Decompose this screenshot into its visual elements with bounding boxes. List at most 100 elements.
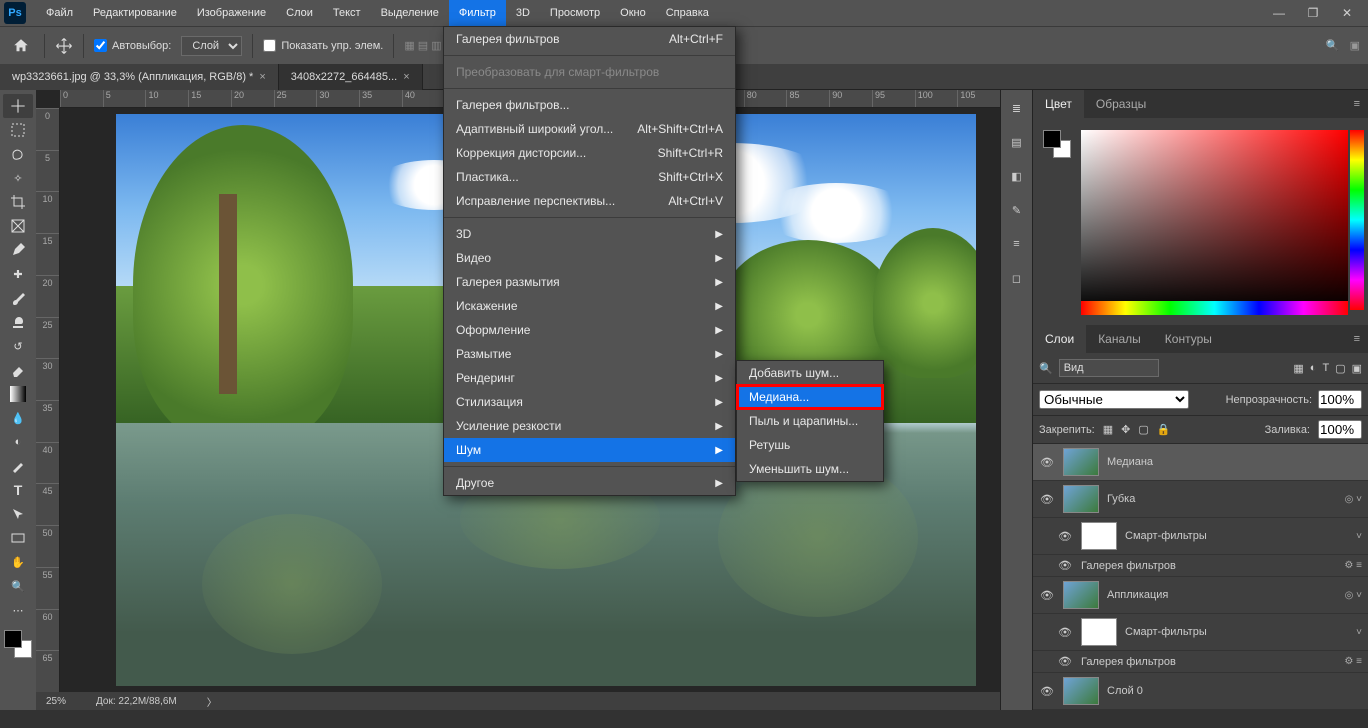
gradient-tool[interactable] xyxy=(3,382,33,406)
opacity-input[interactable] xyxy=(1318,390,1362,409)
filter-type-icon[interactable]: T xyxy=(1322,362,1329,374)
blur-tool[interactable]: 💧 xyxy=(3,406,33,430)
tab-paths[interactable]: Контуры xyxy=(1153,325,1224,353)
filter-pixel-icon[interactable]: ▦ xyxy=(1293,362,1303,375)
submenu-item[interactable]: Пыль и царапины... xyxy=(737,409,883,433)
menu-item-Шум[interactable]: Шум▶ xyxy=(444,438,735,462)
menu-item[interactable]: Адаптивный широкий угол...Alt+Shift+Ctrl… xyxy=(444,117,735,141)
show-controls-checkbox[interactable]: Показать упр. элем. xyxy=(263,39,383,52)
layer-name[interactable]: Смарт-фильтры xyxy=(1125,530,1348,542)
panel-menu-icon[interactable]: ≡ xyxy=(1346,98,1368,110)
layer-row[interactable]: 👁Медиана xyxy=(1033,444,1368,481)
menu-item-3D[interactable]: 3D▶ xyxy=(444,222,735,246)
menu-выделение[interactable]: Выделение xyxy=(371,0,449,26)
color-swatches[interactable] xyxy=(4,630,32,658)
layer-name[interactable]: Слой 0 xyxy=(1107,685,1362,697)
layer-row[interactable]: 👁 Галерея фильтров ⚙ ≡ xyxy=(1033,651,1368,673)
menu-изображение[interactable]: Изображение xyxy=(187,0,276,26)
layer-kind-filter[interactable] xyxy=(1059,359,1159,377)
visibility-icon[interactable]: 👁 xyxy=(1057,530,1073,543)
hue-slider[interactable] xyxy=(1350,130,1364,310)
menu-item-Галерея размытия[interactable]: Галерея размытия▶ xyxy=(444,270,735,294)
search-icon[interactable]: 🔍 xyxy=(1326,39,1340,52)
history-brush-tool[interactable]: ↺ xyxy=(3,334,33,358)
layer-thumbnail[interactable] xyxy=(1081,618,1117,646)
layer-name[interactable]: Смарт-фильтры xyxy=(1125,626,1348,638)
type-tool[interactable]: T xyxy=(3,478,33,502)
visibility-icon[interactable]: 👁 xyxy=(1039,493,1055,506)
submenu-item[interactable]: Ретушь xyxy=(737,433,883,457)
menu-окно[interactable]: Окно xyxy=(610,0,656,26)
lock-all-icon[interactable]: 🔒 xyxy=(1157,423,1171,436)
hand-tool[interactable]: ✋ xyxy=(3,550,33,574)
document-tab[interactable]: 3408x2272_664485...× xyxy=(279,64,423,90)
lock-pixels-icon[interactable]: ▦ xyxy=(1103,423,1113,436)
menu-item-Рендеринг[interactable]: Рендеринг▶ xyxy=(444,366,735,390)
autoselect-checkbox[interactable]: Автовыбор: xyxy=(94,39,171,52)
close-icon[interactable]: ✕ xyxy=(1330,0,1364,26)
layer-thumbnail[interactable] xyxy=(1063,448,1099,476)
color-foreground-background[interactable] xyxy=(1043,130,1071,158)
path-selection-tool[interactable] xyxy=(3,502,33,526)
layer-name[interactable]: Аппликация xyxy=(1107,589,1337,601)
paragraph-icon[interactable]: ≡ xyxy=(1007,234,1027,254)
layer-thumbnail[interactable] xyxy=(1063,485,1099,513)
filter-adjust-icon[interactable]: ◐ xyxy=(1310,362,1317,374)
brushes-icon[interactable]: ✎ xyxy=(1007,200,1027,220)
visibility-icon[interactable]: 👁 xyxy=(1039,685,1055,698)
visibility-icon[interactable]: 👁 xyxy=(1057,655,1073,668)
blend-mode-select[interactable]: Обычные xyxy=(1039,390,1189,409)
zoom-tool[interactable]: 🔍 xyxy=(3,574,33,598)
autoselect-kind-select[interactable]: Слой xyxy=(181,36,242,56)
panel-menu-icon[interactable]: ≡ xyxy=(1346,333,1368,345)
eyedropper-tool[interactable] xyxy=(3,238,33,262)
tab-layers[interactable]: Слои xyxy=(1033,325,1086,353)
home-icon[interactable] xyxy=(8,33,34,59)
menu-item[interactable]: Исправление перспективы...Alt+Ctrl+V xyxy=(444,189,735,213)
document-tab[interactable]: wp3323661.jpg @ 33,3% (Аппликация, RGB/8… xyxy=(0,64,279,90)
menu-item[interactable]: Галерея фильтров... xyxy=(444,93,735,117)
submenu-item[interactable]: Уменьшить шум... xyxy=(737,457,883,481)
menu-item[interactable]: Коррекция дисторсии...Shift+Ctrl+R xyxy=(444,141,735,165)
menu-item-Стилизация[interactable]: Стилизация▶ xyxy=(444,390,735,414)
visibility-icon[interactable]: 👁 xyxy=(1057,559,1073,572)
menu-item-Размытие[interactable]: Размытие▶ xyxy=(444,342,735,366)
filter-smart-icon[interactable]: ▣ xyxy=(1352,362,1362,375)
menu-item-Оформление[interactable]: Оформление▶ xyxy=(444,318,735,342)
layer-name[interactable]: Галерея фильтров xyxy=(1081,656,1336,668)
menu-3d[interactable]: 3D xyxy=(506,0,540,26)
layer-row[interactable]: 👁 Слой 0 xyxy=(1033,673,1368,710)
layer-row[interactable]: 👁Галерея фильтров⚙ ≡ xyxy=(1033,555,1368,577)
pen-tool[interactable] xyxy=(3,454,33,478)
menu-item[interactable]: Преобразовать для смарт-фильтров xyxy=(444,60,735,84)
3d-icon[interactable]: ◻ xyxy=(1007,268,1027,288)
filter-settings-icon[interactable]: ⚙ ≡ xyxy=(1344,656,1362,667)
menu-item-Видео[interactable]: Видео▶ xyxy=(444,246,735,270)
layer-row[interactable]: 👁Аппликация◎ ˅ xyxy=(1033,577,1368,614)
submenu-item[interactable]: Добавить шум... xyxy=(737,361,883,385)
menu-файл[interactable]: Файл xyxy=(36,0,83,26)
color-field[interactable] xyxy=(1081,130,1348,310)
menu-слои[interactable]: Слои xyxy=(276,0,323,26)
history-icon[interactable]: ≣ xyxy=(1007,98,1027,118)
fill-input[interactable] xyxy=(1318,420,1362,439)
layer-row[interactable]: 👁Смарт-фильтры˅ xyxy=(1033,614,1368,651)
visibility-icon[interactable]: 👁 xyxy=(1057,626,1073,639)
menu-item-Усиление резкости[interactable]: Усиление резкости▶ xyxy=(444,414,735,438)
menu-текст[interactable]: Текст xyxy=(323,0,371,26)
filter-shape-icon[interactable]: ▢ xyxy=(1335,362,1345,375)
lasso-tool[interactable] xyxy=(3,142,33,166)
layer-row[interactable]: 👁Смарт-фильтры˅ xyxy=(1033,518,1368,555)
filter-settings-icon[interactable]: ⚙ ≡ xyxy=(1344,560,1362,571)
lock-artboard-icon[interactable]: ▢ xyxy=(1138,423,1148,436)
layer-thumbnail[interactable] xyxy=(1063,677,1099,705)
visibility-icon[interactable]: 👁 xyxy=(1039,589,1055,602)
layer-row[interactable]: 👁Губка◎ ˅ xyxy=(1033,481,1368,518)
color-spectrum[interactable] xyxy=(1081,301,1348,315)
edit-toolbar[interactable]: ⋯ xyxy=(3,598,33,622)
crop-tool[interactable] xyxy=(3,190,33,214)
layer-name[interactable]: Губка xyxy=(1107,493,1337,505)
healing-tool[interactable]: ✚ xyxy=(3,262,33,286)
menu-фильтр[interactable]: Фильтр xyxy=(449,0,506,26)
stamp-tool[interactable] xyxy=(3,310,33,334)
